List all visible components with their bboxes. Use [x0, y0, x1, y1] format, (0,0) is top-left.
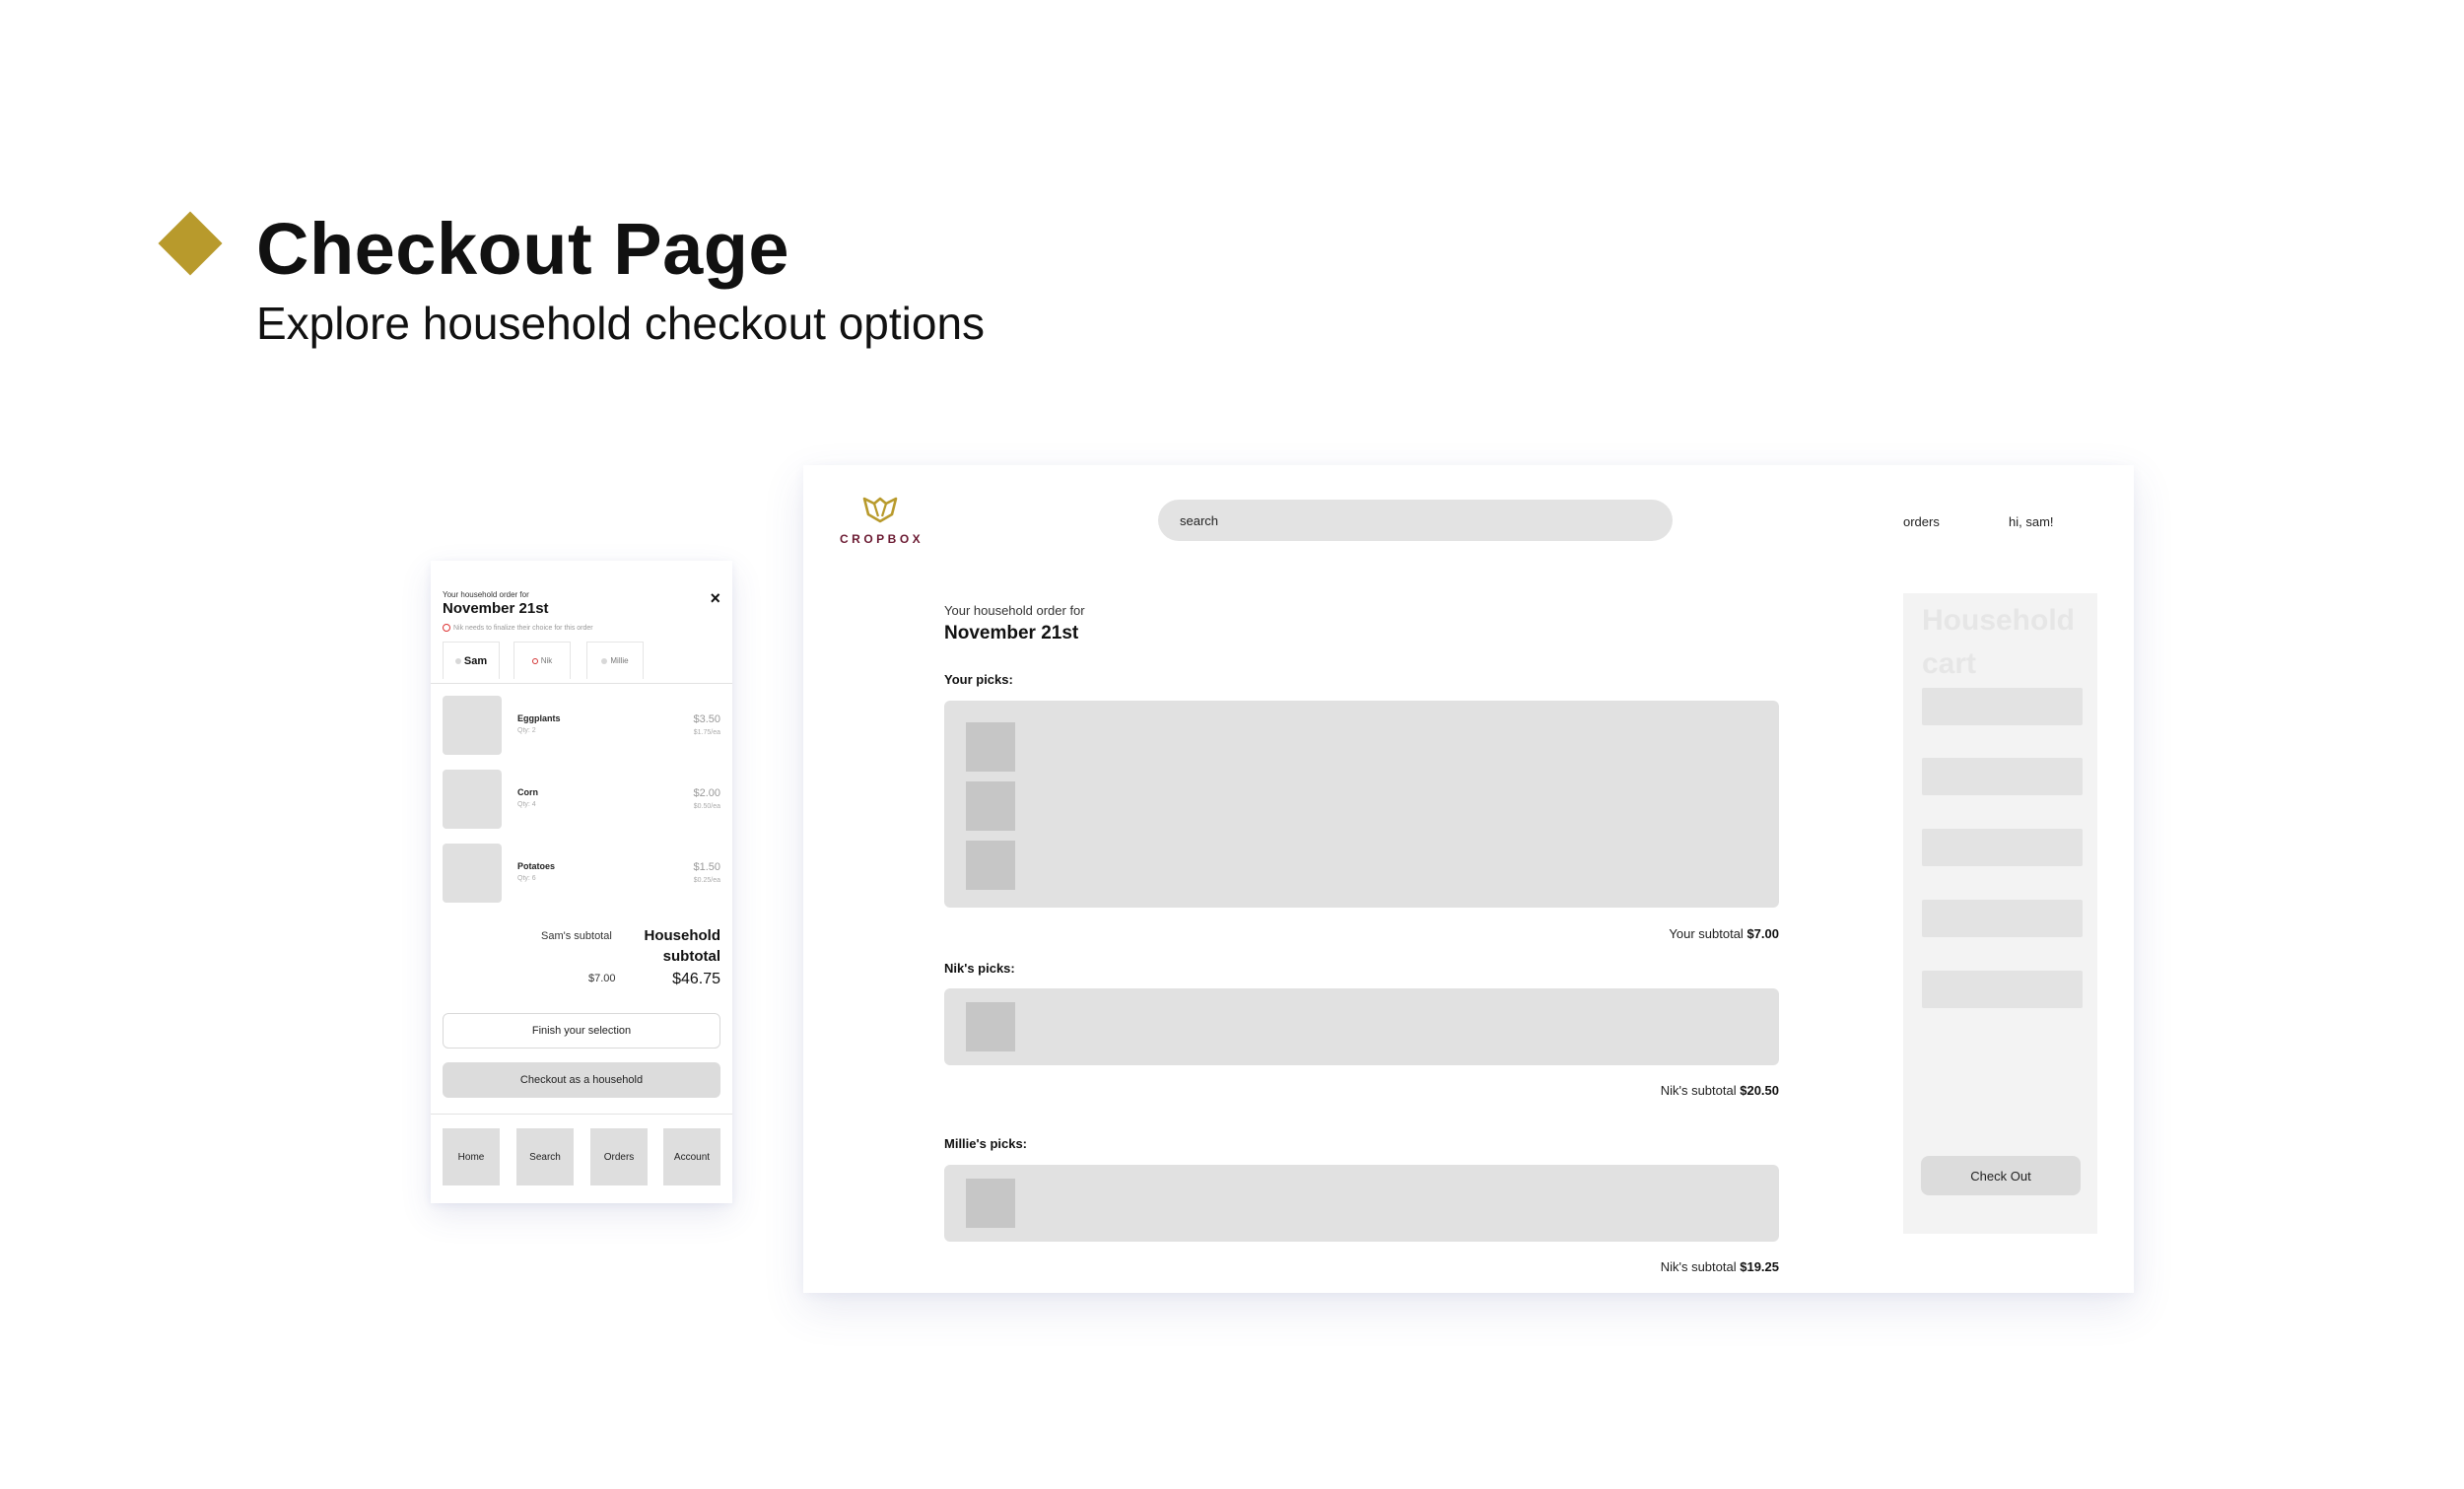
close-icon[interactable]: × [710, 588, 720, 609]
item-name: Corn [517, 787, 538, 797]
household-subtotal-value: $46.75 [672, 971, 720, 987]
tab-sam[interactable]: Sam [443, 642, 500, 679]
status-dot-icon [601, 657, 608, 664]
search-placeholder: search [1180, 512, 1219, 528]
household-subtotal-label: Household subtotal [644, 927, 721, 965]
finish-selection-button[interactable]: Finish your selection [443, 1013, 720, 1049]
cart-item-placeholder [1922, 688, 2083, 725]
search-input[interactable]: search [1158, 500, 1673, 541]
product-image [443, 770, 502, 829]
order-prefix: Your household order for [443, 590, 529, 599]
order-date: November 21st [944, 623, 1079, 643]
list-item[interactable]: Potatoes Qty: 6 $1.50 $0.25/ea [443, 844, 720, 903]
item-qty: Qty: 2 [517, 727, 536, 734]
tab-label: Millie [610, 656, 629, 665]
subtotal-label: Nik's subtotal [1660, 1083, 1737, 1098]
subtotal-label: Sam's subtotal [541, 930, 612, 942]
nav-home[interactable]: Home [443, 1128, 500, 1185]
diamond-bullet-icon [158, 211, 223, 276]
tab-millie[interactable]: Millie [586, 642, 644, 679]
product-thumbnail[interactable] [966, 722, 1015, 772]
nav-orders-link[interactable]: orders [1903, 514, 1940, 529]
item-name: Eggplants [517, 713, 561, 723]
alert-icon [443, 624, 450, 632]
item-qty: Qty: 6 [517, 875, 536, 882]
tab-label: Sam [463, 654, 488, 667]
product-thumbnail[interactable] [966, 841, 1015, 890]
cart-item-placeholder [1922, 758, 2083, 795]
warning-text: Nik needs to finalize their choice for t… [453, 624, 593, 632]
subtotal-nik: Nik's subtotal $20.50 [1661, 1083, 1779, 1098]
divider [431, 683, 732, 684]
cropbox-logo-icon[interactable] [862, 495, 898, 524]
cart-item-placeholder [1922, 829, 2083, 866]
user-greeting[interactable]: hi, sam! [2009, 514, 2054, 529]
item-price: $2.00 [693, 787, 720, 799]
subtotal-value: $7.00 [1746, 926, 1779, 941]
product-thumbnail[interactable] [966, 781, 1015, 831]
subtotal-yours: Your subtotal $7.00 [1669, 926, 1779, 941]
product-image [443, 696, 502, 755]
member-tabs: Sam Nik Millie [443, 642, 720, 679]
warning-message: Nik needs to finalize their choice for t… [443, 624, 593, 632]
mobile-checkout-mockup: Your household order for November 21st ×… [431, 561, 732, 1203]
picks-panel-millie [944, 1165, 1779, 1242]
tab-nik[interactable]: Nik [513, 642, 571, 679]
subtotal-value: $7.00 [588, 973, 616, 984]
subtotal-label: Your subtotal [1669, 926, 1744, 941]
brand-name: CROPBOX [840, 532, 924, 546]
tab-label: Nik [540, 656, 553, 665]
checkout-household-button[interactable]: Checkout as a household [443, 1062, 720, 1098]
nav-orders[interactable]: Orders [590, 1128, 648, 1185]
cart-item-placeholder [1922, 971, 2083, 1008]
status-dot-icon [454, 657, 461, 664]
item-name: Potatoes [517, 861, 556, 871]
list-item[interactable]: Corn Qty: 4 $2.00 $0.50/ea [443, 770, 720, 829]
item-unit-price: $1.75/ea [693, 729, 720, 736]
list-item[interactable]: Eggplants Qty: 2 $3.50 $1.75/ea [443, 696, 720, 755]
section-label-your-picks: Your picks: [944, 672, 1013, 687]
picks-panel-nik [944, 988, 1779, 1065]
item-qty: Qty: 4 [517, 801, 536, 808]
subtotal-label: Nik's subtotal [1660, 1259, 1737, 1274]
page-title: Checkout Page [256, 208, 790, 290]
item-unit-price: $0.50/ea [693, 803, 720, 810]
order-date: November 21st [443, 600, 549, 617]
nav-search[interactable]: Search [516, 1128, 574, 1185]
alert-dot-icon [531, 657, 538, 664]
subtotal-millie: Nik's subtotal $19.25 [1661, 1259, 1779, 1274]
picks-panel-yours [944, 701, 1779, 908]
subtotal-value: $20.50 [1740, 1083, 1779, 1098]
product-thumbnail[interactable] [966, 1002, 1015, 1051]
section-label-nik-picks: Nik's picks: [944, 961, 1015, 976]
product-image [443, 844, 502, 903]
item-unit-price: $0.25/ea [693, 877, 720, 884]
order-prefix: Your household order for [944, 603, 1085, 618]
section-label-millie-picks: Millie's picks: [944, 1136, 1028, 1151]
divider [431, 1114, 732, 1115]
page-subtitle: Explore household checkout options [256, 298, 986, 349]
check-out-button[interactable]: Check Out [1921, 1156, 2081, 1195]
item-price: $1.50 [693, 861, 720, 873]
item-price: $3.50 [693, 713, 720, 725]
cart-title: Household cart [1922, 604, 2075, 680]
nav-account[interactable]: Account [663, 1128, 720, 1185]
household-cart-sidebar: Household cart Check Out [1903, 593, 2097, 1234]
subtotal-value: $19.25 [1740, 1259, 1779, 1274]
cart-item-placeholder [1922, 900, 2083, 937]
product-thumbnail[interactable] [966, 1179, 1015, 1228]
desktop-checkout-mockup: CROPBOX search orders hi, sam! Your hous… [803, 465, 2134, 1293]
